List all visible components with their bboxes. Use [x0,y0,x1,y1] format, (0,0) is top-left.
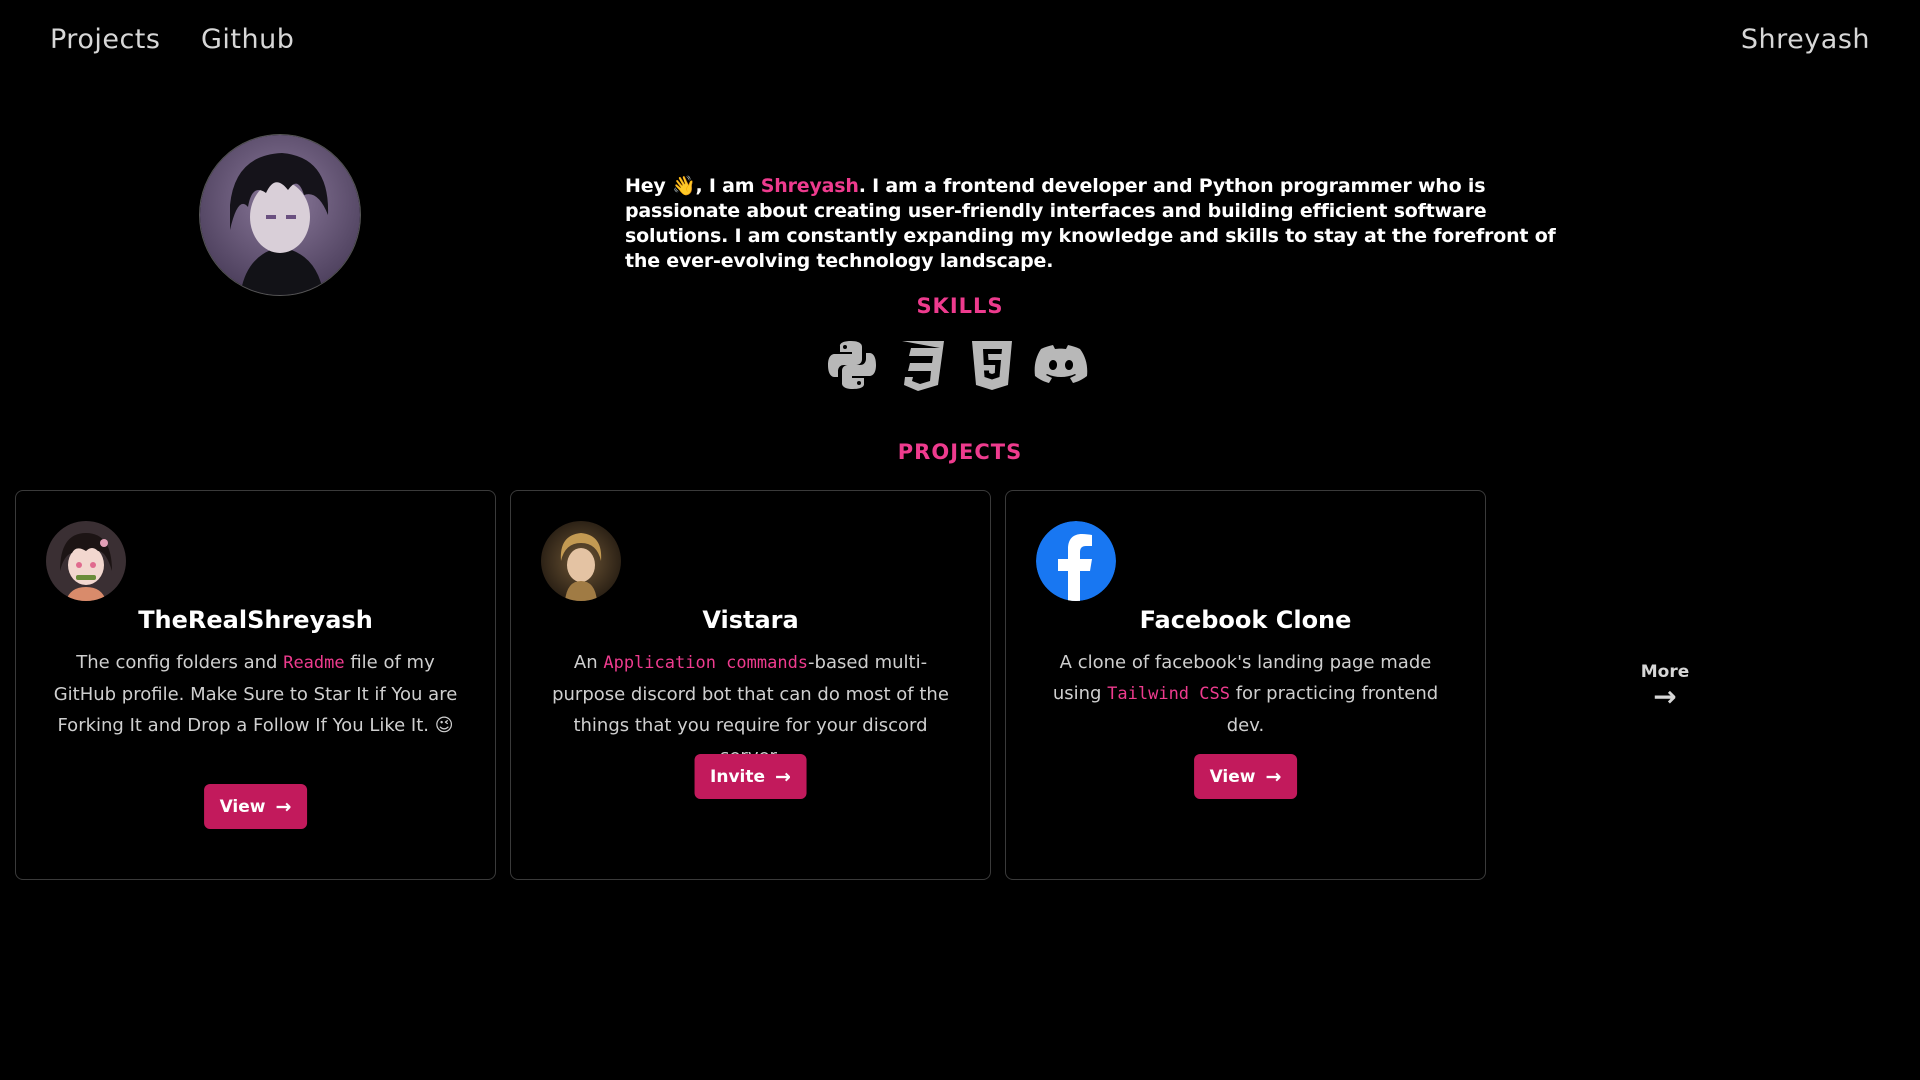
project-avatar [541,521,621,601]
bio-intro: Hey 👋, I am [625,175,761,197]
button-label: View [219,796,266,817]
invite-button[interactable]: Invite → [694,754,807,799]
arrow-right-icon: → [1265,765,1282,788]
html5-icon [963,336,1021,394]
project-card-therealshreyash: TheRealShreyash The config folders and R… [15,490,496,880]
brand-name[interactable]: Shreyash [1741,24,1870,55]
nav-projects-link[interactable]: Projects [50,24,160,55]
project-card-vistara: Vistara An Application commands-based mu… [510,490,991,880]
project-description: A clone of facebook's landing page made … [1052,652,1439,736]
skills-icons [823,336,1105,394]
top-nav: Projects Github Shreyash [0,0,1920,84]
facebook-icon [1036,521,1116,601]
bio-name-highlight: Shreyash [760,175,859,197]
profile-avatar [199,134,361,296]
discord-icon [1033,336,1091,394]
inline-code: Tailwind CSS [1107,684,1230,704]
inline-code: Readme [283,653,345,673]
project-title: Facebook Clone [1139,606,1352,634]
arrow-right-icon: → [775,765,791,788]
project-description: The config folders and Readme file of my… [53,652,458,736]
projects-heading: PROJECTS [897,440,1023,464]
more-label: More [1640,662,1690,682]
arrow-right-icon: → [275,795,292,818]
project-avatar [46,521,126,601]
inline-code: Application commands [603,653,809,673]
python-icon [823,336,881,394]
skills-heading: SKILLS [916,294,1004,318]
css3-icon [893,336,951,394]
bio-text: Hey 👋, I am Shreyash. I am a frontend de… [625,174,1585,274]
button-label: Invite [710,766,766,787]
project-title: TheRealShreyash [138,606,373,634]
button-label: View [1209,766,1256,787]
view-button[interactable]: View → [203,784,308,829]
project-title: Vistara [702,606,799,634]
view-button[interactable]: View → [1193,754,1298,799]
project-card-facebook-clone: Facebook Clone A clone of facebook's lan… [1005,490,1486,880]
more-projects-link[interactable]: More → [1630,662,1700,713]
nav-github-link[interactable]: Github [201,24,294,55]
arrow-right-icon: → [1653,680,1677,713]
